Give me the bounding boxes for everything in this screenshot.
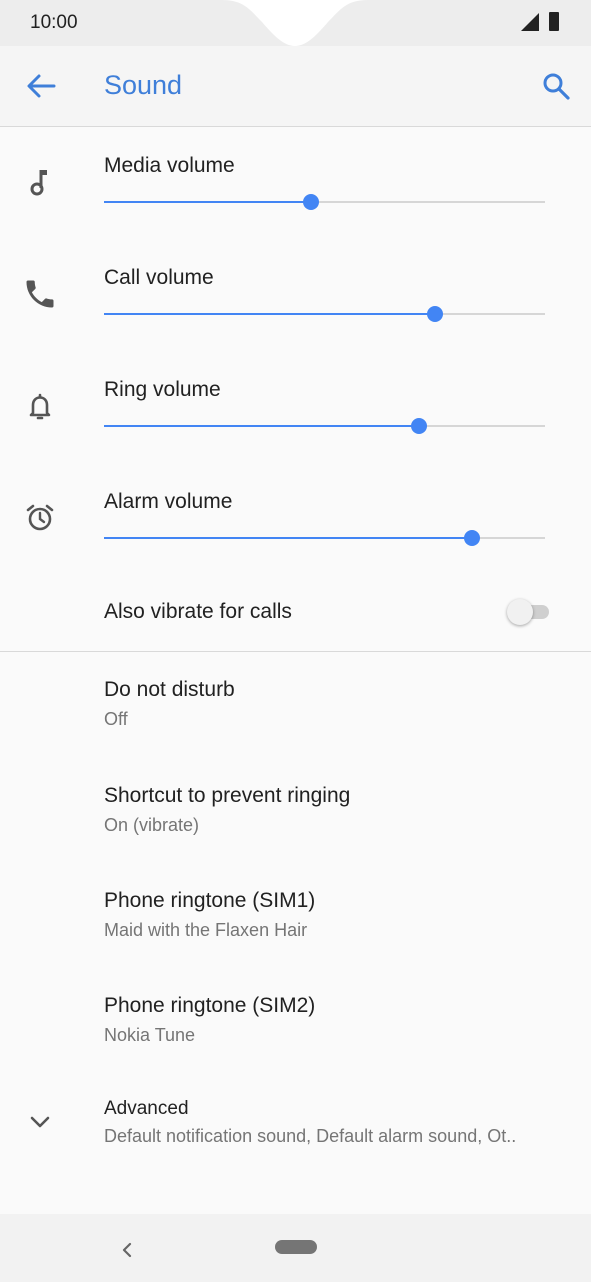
ring-volume-label: Ring volume [104,378,221,401]
advanced-title[interactable]: Advanced [104,1098,189,1120]
media-volume-slider[interactable] [104,190,545,214]
app-bar: Sound [0,46,591,127]
call-volume-slider[interactable] [104,302,545,326]
do-not-disturb-title[interactable]: Do not disturb [104,678,235,702]
search-icon[interactable] [538,70,574,102]
music-note-icon [30,170,47,196]
call-volume-label: Call volume [104,266,214,289]
vibrate-toggle[interactable] [507,598,553,626]
home-pill-button[interactable] [275,1240,317,1254]
prevent-ringing-summary: On (vibrate) [104,815,200,835]
advanced-summary: Default notification sound, Default alar… [104,1126,517,1146]
chevron-down-icon[interactable] [22,1104,58,1140]
slider-thumb[interactable] [303,194,320,210]
alarm-volume-slider[interactable] [104,526,545,550]
status-time: 10:00 [30,12,78,33]
back-arrow-icon[interactable] [22,70,58,102]
slider-thumb[interactable] [426,306,443,322]
do-not-disturb-summary: Off [104,709,128,729]
navigation-bar [0,1214,591,1282]
alarm-volume-label: Alarm volume [104,490,233,513]
notch [222,0,368,46]
phone-icon [26,280,54,308]
nav-back-icon[interactable] [113,1236,141,1264]
ringtone-sim1-title[interactable]: Phone ringtone (SIM1) [104,889,315,913]
ringtone-sim2-title[interactable]: Phone ringtone (SIM2) [104,994,315,1018]
bell-icon [29,393,51,420]
page-title: Sound [104,70,183,100]
section-divider [0,651,591,652]
slider-thumb[interactable] [411,418,428,434]
ringtone-sim1-summary: Maid with the Flaxen Hair [104,920,308,940]
ring-volume-slider[interactable] [104,414,545,438]
alarm-clock-icon [26,504,54,531]
slider-thumb[interactable] [464,530,481,546]
media-volume-label: Media volume [104,154,235,177]
vibrate-label: Also vibrate for calls [104,600,292,623]
ringtone-sim2-summary: Nokia Tune [104,1025,196,1045]
signal-battery-icons [521,12,559,31]
prevent-ringing-title[interactable]: Shortcut to prevent ringing [104,784,350,808]
status-bar: 10:00 [0,0,591,46]
